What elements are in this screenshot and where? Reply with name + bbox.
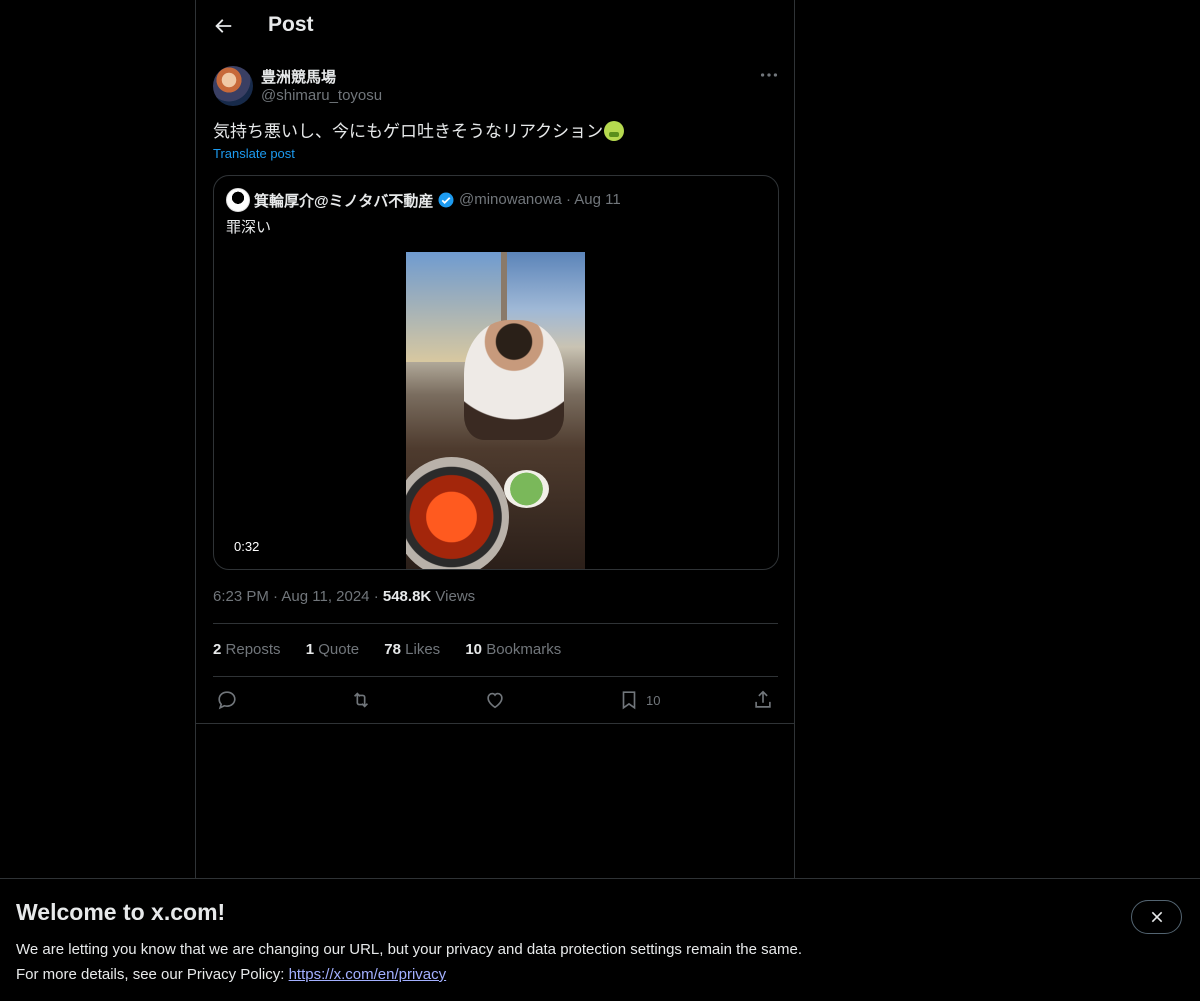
translate-post-link[interactable]: Translate post — [213, 146, 295, 161]
divider — [196, 723, 794, 724]
bookmarks-label: Bookmarks — [486, 641, 562, 658]
divider — [213, 623, 778, 624]
reposts-count: 2 — [213, 641, 222, 658]
likes-stat[interactable]: 78 Likes — [384, 641, 440, 658]
repost-button[interactable] — [350, 688, 372, 712]
author-avatar[interactable] — [213, 66, 253, 106]
divider — [213, 676, 778, 677]
close-icon — [1151, 911, 1162, 923]
separator-dot: · — [373, 588, 383, 605]
welcome-banner: Welcome to x.com! We are letting you kno… — [0, 878, 1200, 1001]
video-frame-plate — [504, 470, 549, 508]
likes-label: Likes — [405, 641, 441, 658]
views-label: Views — [435, 588, 476, 605]
primary-column: Post 豊洲競馬場 @shimaru_toyosu 気持ち悪いし、今にもゲロ吐… — [195, 0, 795, 878]
reposts-stat[interactable]: 2 Reposts — [213, 641, 281, 658]
like-button[interactable] — [484, 688, 506, 712]
banner-title: Welcome to x.com! — [16, 899, 226, 925]
more-options-icon[interactable] — [758, 64, 780, 86]
likes-count: 78 — [384, 641, 401, 658]
nauseated-face-emoji-icon — [604, 121, 625, 141]
back-arrow-icon[interactable] — [212, 15, 234, 37]
video-frame-grill — [406, 457, 509, 569]
video-duration: 0:32 — [234, 539, 260, 554]
share-icon — [755, 690, 771, 708]
author-handle[interactable]: @shimaru_toyosu — [261, 87, 382, 104]
privacy-policy-link[interactable]: https://x.com/en/privacy — [289, 966, 447, 983]
bookmark-count: 10 — [646, 692, 661, 708]
video-frame-person — [464, 320, 564, 440]
bookmark-icon — [622, 691, 636, 710]
banner-line-2-prefix: For more details, see our Privacy Policy… — [16, 966, 289, 983]
heart-icon — [487, 692, 503, 709]
share-button[interactable] — [752, 688, 774, 712]
banner-line-2: For more details, see our Privacy Policy… — [16, 962, 802, 987]
post-actions-bar: 10 — [196, 688, 794, 712]
quoted-author-display-name[interactable]: 箕輪厚介@ミノタバ不動産 — [254, 190, 433, 211]
quoted-author-handle[interactable]: @minowanowa — [459, 191, 562, 208]
quotes-label: Quote — [318, 641, 360, 658]
banner-text: We are letting you know that we are chan… — [16, 937, 802, 987]
reposts-label: Reposts — [225, 641, 281, 658]
quoted-author-avatar[interactable] — [226, 188, 250, 212]
reply-icon — [218, 691, 236, 710]
banner-line-1: We are letting you know that we are chan… — [16, 941, 802, 958]
bookmarks-count: 10 — [465, 641, 483, 658]
post-stats: 2 Reposts 1 Quote 78 Likes 10 Bookmarks — [213, 641, 582, 658]
views-count: 548.8K — [382, 588, 432, 605]
post-header: Post — [196, 0, 794, 53]
video-player[interactable] — [406, 252, 585, 569]
quotes-stat[interactable]: 1 Quote — [306, 641, 359, 658]
author-display-name[interactable]: 豊洲競馬場 — [261, 66, 336, 87]
bookmark-button[interactable]: 10 — [618, 688, 660, 712]
page-title: Post — [268, 13, 314, 36]
quotes-count: 1 — [305, 641, 315, 658]
bookmarks-stat[interactable]: 10 Bookmarks — [465, 641, 561, 658]
quoted-post-date[interactable]: Aug 11 — [574, 191, 620, 208]
post-date[interactable]: Aug 11, 2024 — [281, 588, 369, 605]
verified-badge-icon — [438, 192, 454, 208]
close-banner-button[interactable] — [1131, 900, 1182, 934]
quoted-author-meta: @minowanowa · Aug 11 — [459, 191, 621, 208]
repost-icon — [353, 692, 369, 708]
quoted-post-text: 罪深い — [226, 219, 272, 236]
post-text: 気持ち悪いし、今にもゲロ吐きそうなリアクション — [213, 120, 625, 144]
reply-button[interactable] — [216, 688, 238, 712]
quoted-post[interactable]: 箕輪厚介@ミノタバ不動産 @minowanowa · Aug 11 罪深い 0:… — [213, 175, 779, 570]
post-time[interactable]: 6:23 PM — [213, 588, 269, 605]
post-text-content: 気持ち悪いし、今にもゲロ吐きそうなリアクション — [213, 122, 604, 141]
post-metadata: 6:23 PM · Aug 11, 2024 · 548.8K Views — [213, 588, 475, 605]
